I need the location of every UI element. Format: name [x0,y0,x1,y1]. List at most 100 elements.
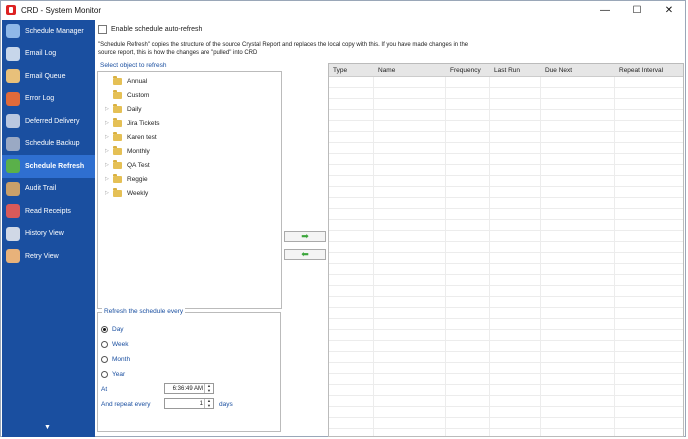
sidebar-item-label: History View [25,230,64,238]
tree-item-label: Custom [127,91,150,99]
at-label: At [101,386,108,393]
app-icon [6,5,16,15]
frequency-option-week[interactable]: Week [101,341,129,348]
sidebar-item-label: Audit Trail [25,185,57,193]
expand-chevron-icon[interactable]: ▷ [105,162,113,168]
audit-trail-icon [6,181,20,196]
column-header-name[interactable]: Name [374,67,446,74]
radio-label: Day [112,326,124,333]
tree-item-label: Jira Tickets [127,119,160,127]
tree-item[interactable]: Custom [105,88,149,102]
tree-item-label: Daily [127,105,142,113]
description-text: "Schedule Refresh" copies the structure … [98,42,469,56]
sidebar-item-label: Schedule Backup [25,140,80,148]
sidebar-item-label: Schedule Refresh [25,162,85,170]
sidebar-item-audit-trail[interactable]: Audit Trail [2,178,95,201]
error-log-icon [6,91,20,106]
refresh-group-title: Refresh the schedule every [102,308,186,315]
radio-label: Year [112,371,126,378]
window-controls: — ☐ ✕ [589,1,685,19]
sidebar-item-email-queue[interactable]: Email Queue [2,65,95,88]
sidebar-item-read-receipts[interactable]: Read Receipts [2,200,95,223]
sidebar-item-error-log[interactable]: Error Log [2,88,95,111]
repeat-unit-label: days [219,401,233,408]
column-header-due-next[interactable]: Due Next [541,67,615,74]
column-header-repeat-interval[interactable]: Repeat Interval [615,67,683,74]
folder-icon [113,131,122,141]
schedule-backup-icon [6,136,20,151]
sidebar-item-label: Error Log [25,95,55,103]
sidebar-item-schedule-manager[interactable]: Schedule Manager [2,20,95,43]
expand-chevron-icon[interactable]: ▷ [105,176,113,182]
repeat-interval-input[interactable]: 1 ▲ ▼ [164,398,214,409]
time-spinner-icon[interactable]: ▲ ▼ [204,383,213,393]
expand-chevron-icon[interactable]: ▷ [105,120,113,126]
tree-item[interactable]: Annual [105,74,147,88]
tree-item[interactable]: ▷ Jira Tickets [105,116,160,130]
radio-button[interactable] [101,341,108,348]
window-title: CRD - System Monitor [21,5,102,15]
schedule-grid[interactable]: Type Name Frequency Last Run Due Next Repeat … [328,63,684,437]
object-tree[interactable]: Annual Custom ▷ Daily ▷ Jira Tickets ▷ Karen te… [97,71,282,309]
auto-refresh-checkbox-row[interactable]: Enable schedule auto-refresh [98,25,202,34]
frequency-option-month[interactable]: Month [101,356,130,363]
sidebar-item-history-view[interactable]: History View [2,223,95,246]
sidebar-item-email-log[interactable]: Email Log [2,43,95,66]
read-receipts-icon [6,204,20,219]
tree-item[interactable]: ▷ Monthly [105,144,150,158]
retry-view-icon [6,249,20,264]
at-time-value: 6:36:49 AM [172,385,203,392]
tree-label: Select object to refresh [100,62,167,69]
tree-item[interactable]: ▷ QA Test [105,158,150,172]
column-header-type[interactable]: Type [329,67,374,74]
expand-chevron-icon[interactable]: ▷ [105,190,113,196]
close-button[interactable]: ✕ [653,1,685,19]
radio-button[interactable] [101,371,108,378]
repeat-spinner-icon[interactable]: ▲ ▼ [204,398,213,408]
expand-chevron-icon[interactable]: ▷ [105,148,113,154]
frequency-option-year[interactable]: Year [101,371,125,378]
folder-icon [113,75,122,85]
grid-body [329,77,683,436]
frequency-option-day[interactable]: Day [101,326,124,333]
tree-item-label: Monthly [127,147,150,155]
minimize-button[interactable]: — [589,1,621,19]
sidebar-item-label: Email Queue [25,72,66,80]
add-to-refresh-button[interactable]: ➡ [284,231,326,242]
tree-item[interactable]: ▷ Reggie [105,172,148,186]
sidebar-item-retry-view[interactable]: Retry View [2,245,95,268]
sidebar-item-deferred-delivery[interactable]: Deferred Delivery [2,110,95,133]
radio-button[interactable] [101,356,108,363]
auto-refresh-checkbox[interactable] [98,25,107,34]
expand-chevron-icon[interactable]: ▷ [105,106,113,112]
schedule-manager-icon [6,24,20,39]
maximize-button[interactable]: ☐ [621,1,653,19]
tree-item-label: Reggie [127,175,148,183]
sidebar-item-label: Retry View [25,252,59,260]
radio-button[interactable] [101,326,108,333]
at-time-input[interactable]: 6:36:49 AM ▲ ▼ [164,383,214,394]
sidebar-item-label: Read Receipts [25,207,71,215]
auto-refresh-label: Enable schedule auto-refresh [111,26,203,33]
sidebar-item-schedule-backup[interactable]: Schedule Backup [2,133,95,156]
deferred-delivery-icon [6,114,20,129]
tree-item-label: Weekly [127,189,149,197]
folder-icon [113,159,122,169]
folder-icon [113,187,122,197]
tree-item-label: Annual [127,77,148,85]
folder-icon [113,145,122,155]
sidebar-scroll-down-icon[interactable]: ▼ [44,424,51,431]
column-header-frequency[interactable]: Frequency [446,67,490,74]
email-queue-icon [6,69,20,84]
right-arrow-icon: ➡ [301,231,309,241]
folder-icon [113,117,122,127]
sidebar-item-schedule-refresh[interactable]: Schedule Refresh [2,155,95,178]
tree-item[interactable]: ▷ Weekly [105,186,148,200]
tree-item[interactable]: ▷ Karen test [105,130,157,144]
expand-chevron-icon[interactable]: ▷ [105,134,113,140]
sidebar: Schedule Manager Email Log Email Queue Erro… [2,20,95,437]
tree-item[interactable]: ▷ Daily [105,102,141,116]
folder-icon [113,173,122,183]
remove-from-refresh-button[interactable]: ⬅ [284,249,326,260]
column-header-last-run[interactable]: Last Run [490,67,541,74]
